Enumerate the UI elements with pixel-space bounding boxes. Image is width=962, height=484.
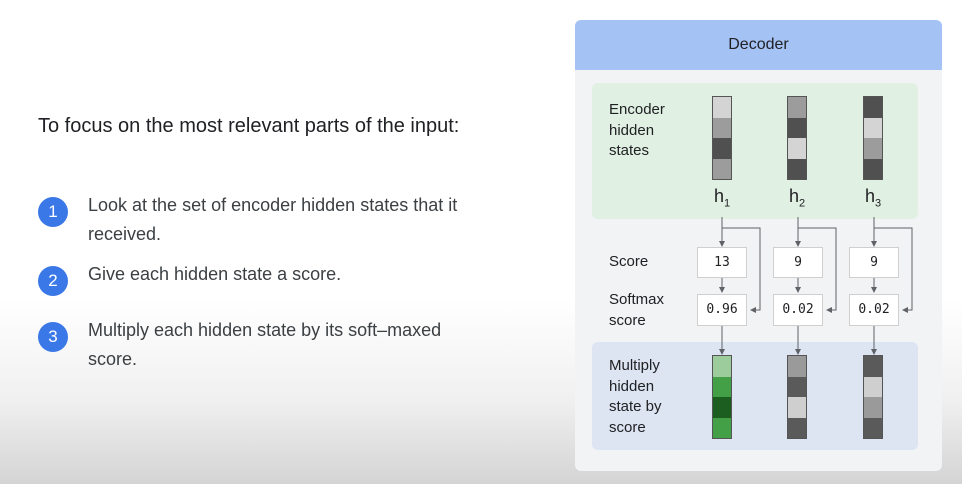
- state-cell: [713, 397, 731, 418]
- weighted-state-3: [863, 355, 883, 439]
- state-cell: [788, 397, 806, 418]
- state-cell: [864, 397, 882, 418]
- state-cell: [864, 376, 882, 397]
- softmax-box-2: 0.02: [773, 294, 823, 326]
- state-cell: [713, 417, 731, 438]
- weighted-state-2: [787, 355, 807, 439]
- state-cell: [788, 376, 806, 397]
- state-cell: [713, 356, 731, 377]
- state-cell: [788, 356, 806, 377]
- state-cell: [713, 376, 731, 397]
- state-cell: [788, 417, 806, 438]
- weighted-state-1: [712, 355, 732, 439]
- softmax-box-1: 0.96: [697, 294, 747, 326]
- connector-arrows: [719, 217, 913, 355]
- score-box-3: 9: [849, 247, 899, 278]
- score-box-2: 9: [773, 247, 823, 278]
- score-box-1: 13: [697, 247, 747, 278]
- state-cell: [864, 417, 882, 438]
- softmax-box-3: 0.02: [849, 294, 899, 326]
- state-cell: [864, 356, 882, 377]
